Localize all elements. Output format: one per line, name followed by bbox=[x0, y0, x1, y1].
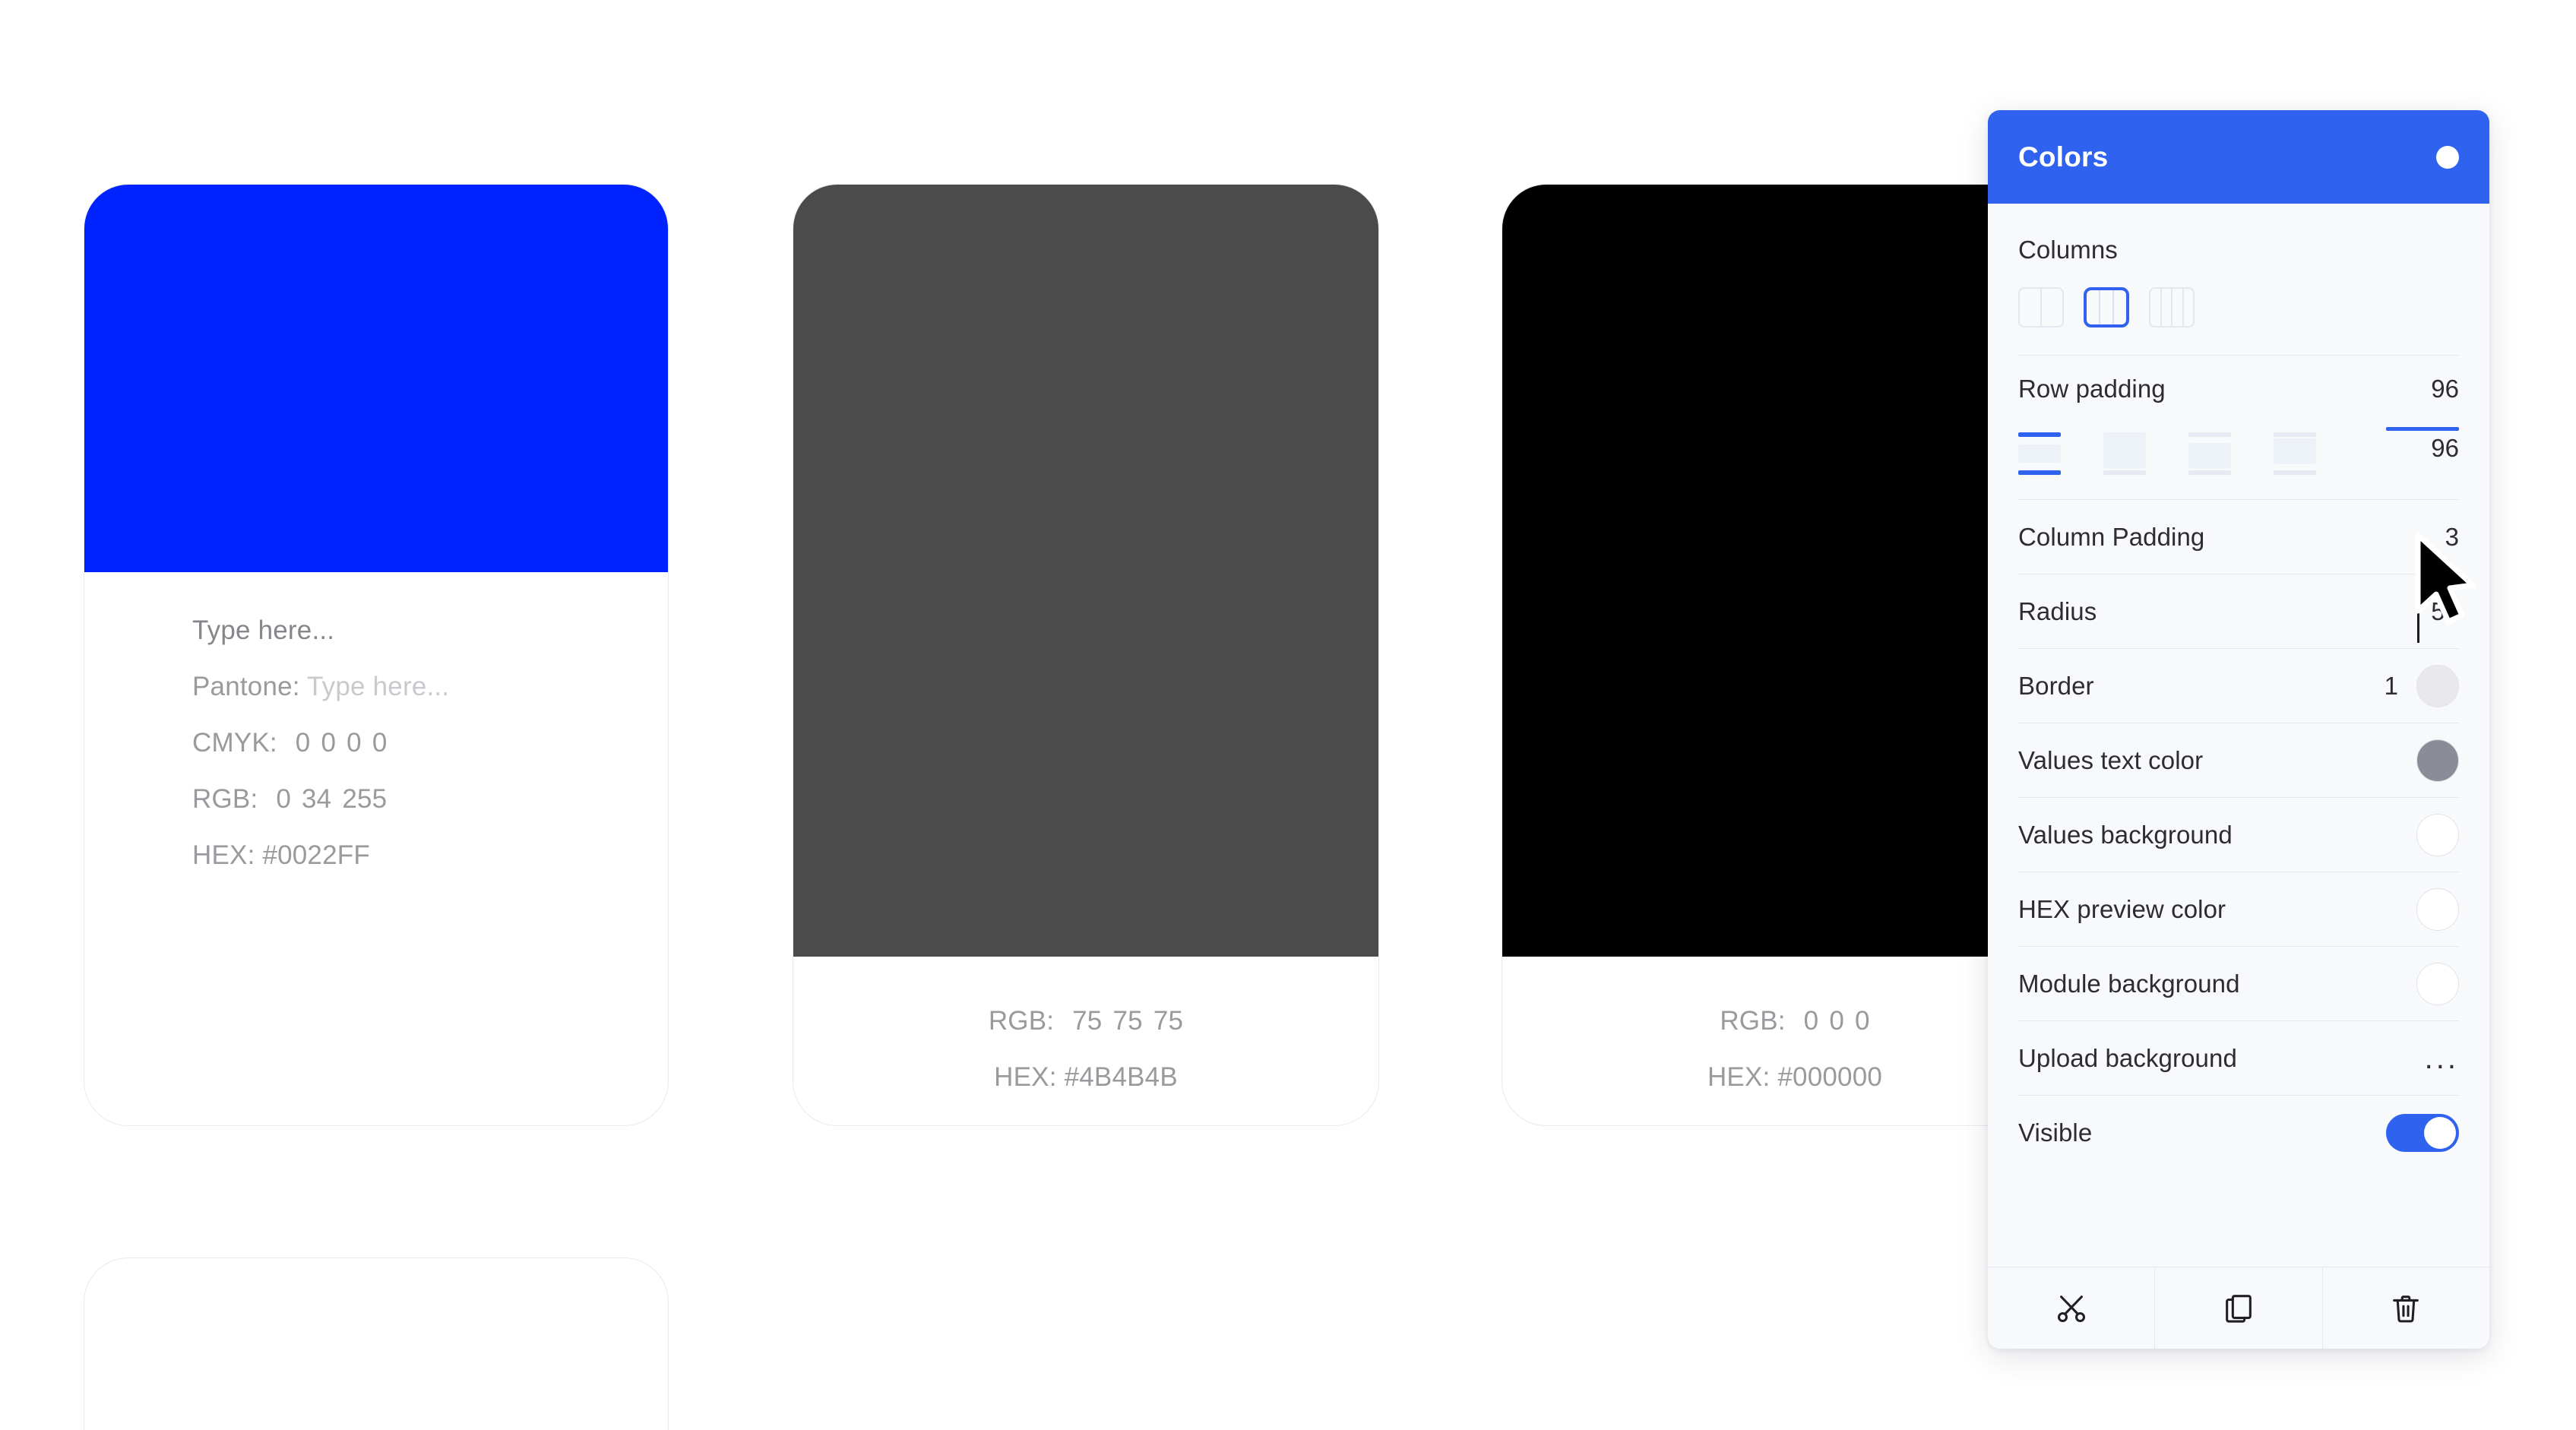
rgb-values: 0 34 255 bbox=[276, 784, 388, 814]
panel-title: Colors bbox=[2018, 141, 2109, 172]
visible-toggle[interactable] bbox=[2386, 1113, 2459, 1152]
row-column-padding: Column Padding 3 bbox=[2018, 500, 2459, 574]
row-upload-background: Upload background ... bbox=[2018, 1021, 2459, 1095]
cut-icon bbox=[2057, 1295, 2085, 1322]
pantone-row[interactable]: Pantone: Type here... bbox=[192, 659, 449, 715]
hex-preview-color-swatch[interactable] bbox=[2416, 887, 2459, 931]
color-card-meta: RGB: 75 75 75 HEX: #4B4B4B bbox=[793, 957, 1378, 1125]
padding-bottom-icon[interactable] bbox=[2188, 432, 2231, 475]
border-label: Border bbox=[2018, 671, 2094, 700]
row-values-background: Values background bbox=[2018, 798, 2459, 872]
app-canvas: Type here... Pantone: Type here... CMYK:… bbox=[0, 0, 2576, 1430]
hex-label: HEX: bbox=[192, 840, 255, 870]
columns-label: Columns bbox=[2018, 236, 2118, 264]
hex-value: #4B4B4B bbox=[1064, 1062, 1178, 1092]
hex-row: HEX: #000000 bbox=[1707, 1049, 1882, 1106]
border-color-swatch[interactable] bbox=[2416, 664, 2459, 707]
row-values-text-color: Values text color bbox=[2018, 723, 2459, 797]
values-text-color-swatch[interactable] bbox=[2416, 739, 2459, 782]
values-background-label: Values background bbox=[2018, 820, 2233, 849]
column-padding-label: Column Padding bbox=[2018, 522, 2205, 551]
rgb-row: RGB: 0 34 255 bbox=[192, 771, 387, 827]
row-hex-preview-color: HEX preview color bbox=[2018, 872, 2459, 946]
border-value[interactable]: 1 bbox=[2362, 672, 2398, 701]
hex-label: HEX: bbox=[994, 1062, 1057, 1092]
cmyk-values: 0000 bbox=[295, 728, 388, 758]
panel-status-dot-icon[interactable] bbox=[2436, 145, 2459, 169]
row-visible: Visible bbox=[2018, 1096, 2459, 1169]
row-padding-row: Row padding 96 bbox=[2018, 356, 2459, 422]
row-border: Border 1 bbox=[2018, 649, 2459, 723]
hex-value: #0022FF bbox=[262, 840, 370, 870]
rgb-label: RGB: bbox=[192, 784, 258, 814]
module-background-swatch[interactable] bbox=[2416, 962, 2459, 1005]
color-card-blue[interactable]: Type here... Pantone: Type here... CMYK:… bbox=[84, 184, 669, 1126]
padding-both-icon[interactable] bbox=[2018, 432, 2061, 475]
row-padding-underline bbox=[2386, 427, 2459, 431]
module-background-label: Module background bbox=[2018, 969, 2240, 998]
color-name-input[interactable]: Type here... bbox=[192, 603, 334, 659]
rgb-values: 75 75 75 bbox=[1072, 1006, 1184, 1036]
values-text-color-label: Values text color bbox=[2018, 745, 2204, 774]
panel-action-bar bbox=[1988, 1267, 2489, 1349]
row-padding-align-selector[interactable]: 96 bbox=[2018, 422, 2459, 499]
color-swatch-blue[interactable] bbox=[84, 185, 668, 572]
row-radius: Radius 59 bbox=[2018, 574, 2459, 648]
hex-row: HEX: #0022FF bbox=[192, 827, 370, 884]
panel-header: Colors bbox=[1988, 110, 2489, 204]
row-padding-bottom-value[interactable]: 96 bbox=[2431, 434, 2459, 463]
hex-value: #000000 bbox=[1777, 1062, 1883, 1092]
hex-preview-color-label: HEX preview color bbox=[2018, 894, 2226, 923]
columns-4-icon[interactable] bbox=[2149, 287, 2195, 327]
cut-button[interactable] bbox=[1988, 1267, 2156, 1349]
color-card-empty[interactable] bbox=[84, 1258, 669, 1430]
mouse-cursor bbox=[2415, 532, 2476, 625]
row-padding-top-value[interactable]: 96 bbox=[2423, 375, 2459, 403]
panel-body: Columns Row padding 96 96 Column Padding… bbox=[1988, 204, 2489, 1267]
rgb-values: 000 bbox=[1803, 1006, 1870, 1036]
values-background-swatch[interactable] bbox=[2416, 813, 2459, 856]
padding-top-icon[interactable] bbox=[2274, 432, 2316, 475]
hex-row: HEX: #4B4B4B bbox=[994, 1049, 1178, 1106]
cmyk-label: CMYK: bbox=[192, 728, 277, 758]
columns-3-icon[interactable] bbox=[2084, 287, 2129, 327]
columns-selector[interactable] bbox=[2018, 264, 2459, 355]
padding-none-icon[interactable] bbox=[2103, 432, 2146, 475]
toggle-knob bbox=[2424, 1116, 2456, 1149]
hex-label: HEX: bbox=[1707, 1062, 1771, 1092]
pantone-label: Pantone: bbox=[192, 672, 300, 701]
upload-background-more-icon[interactable]: ... bbox=[2425, 1043, 2459, 1074]
upload-background-label: Upload background bbox=[2018, 1043, 2237, 1072]
color-swatch-gray[interactable] bbox=[793, 185, 1378, 957]
duplicate-button[interactable] bbox=[2155, 1267, 2323, 1349]
rgb-row: RGB: 75 75 75 bbox=[989, 993, 1183, 1049]
color-card-meta: Type here... Pantone: Type here... CMYK:… bbox=[84, 572, 668, 1125]
row-padding-label: Row padding bbox=[2018, 375, 2166, 403]
rgb-label: RGB: bbox=[1720, 1006, 1786, 1036]
pantone-input[interactable]: Type here... bbox=[307, 672, 449, 701]
radius-label: Radius bbox=[2018, 596, 2097, 625]
duplicate-icon bbox=[2226, 1294, 2252, 1323]
row-module-background: Module background bbox=[2018, 947, 2459, 1020]
columns-2-icon[interactable] bbox=[2018, 287, 2064, 327]
delete-icon bbox=[2393, 1295, 2419, 1322]
rgb-row: RGB: 000 bbox=[1720, 993, 1869, 1049]
cmyk-row: CMYK: 0000 bbox=[192, 715, 387, 771]
colors-properties-panel: Colors Columns Row padding 96 96 Column … bbox=[1988, 110, 2489, 1349]
delete-button[interactable] bbox=[2323, 1267, 2489, 1349]
color-card-gray[interactable]: RGB: 75 75 75 HEX: #4B4B4B bbox=[793, 184, 1379, 1126]
row-padding-bottom-control[interactable]: 96 bbox=[2386, 427, 2459, 479]
visible-label: Visible bbox=[2018, 1118, 2093, 1147]
rgb-label: RGB: bbox=[988, 1006, 1055, 1036]
